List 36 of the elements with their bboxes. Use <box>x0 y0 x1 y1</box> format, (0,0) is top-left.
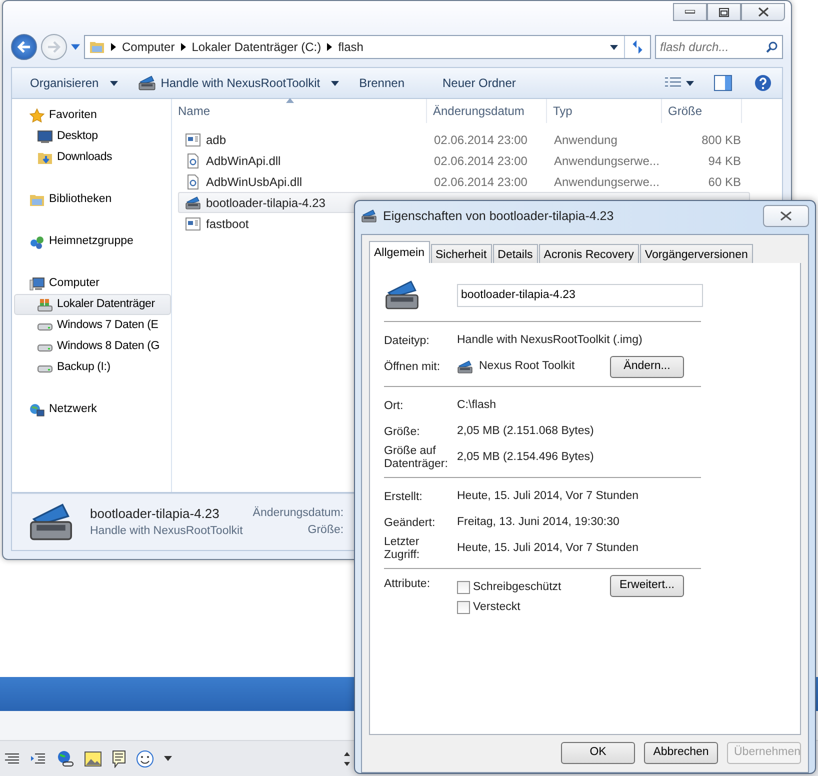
property-value: Freitag, 13. Juni 2014, 19:30:30 <box>457 515 620 530</box>
property-value: C:\flash <box>457 398 496 414</box>
type-cell-text: Anwendung <box>554 132 618 148</box>
file-name: AdbWinApi.dll <box>206 152 281 170</box>
type-cell-text: Anwendungserwe... <box>554 174 660 190</box>
property-value: Heute, 15. Juli 2014, Vor 7 Stunden <box>457 489 639 504</box>
property-label: Öffnen mit: <box>384 360 442 374</box>
property-label: Geändert: <box>384 516 436 530</box>
property-value: Heute, 15. Juli 2014, Vor 7 Stunden <box>457 541 639 556</box>
property-label: Erstellt: <box>384 490 424 504</box>
property-label: Ort: <box>384 400 404 412</box>
type-cell-text: Anwendungserwe... <box>554 152 660 170</box>
date-cell-text: 02.06.2014 23:00 <box>434 152 528 170</box>
file-name: bootloader-tilapia-4.23 <box>206 194 326 212</box>
details-label: Änderungsdatum: <box>252 505 344 521</box>
size-cell-text: 800 KB <box>700 132 741 148</box>
dialog-title: Eigenschaften von bootloader-tilapia-4.23 <box>383 208 614 225</box>
size-cell-text: 60 KB <box>707 174 741 190</box>
property-label: Größe: <box>384 426 421 438</box>
property-label: Größe auf Datenträger: <box>384 445 449 471</box>
property-label: Attribute: <box>384 577 432 592</box>
property-value: 2,05 MB (2.154.496 Bytes) <box>457 450 594 466</box>
file-name: adb <box>206 132 226 148</box>
details-label: Größe: <box>306 523 344 538</box>
property-value: 2,05 MB (2.151.068 Bytes) <box>457 424 594 440</box>
date-cell-text: 02.06.2014 23:00 <box>434 132 528 148</box>
property-label: Dateityp: <box>384 334 430 348</box>
property-value: Nexus Root Toolkit <box>479 359 575 374</box>
property-value: Handle with NexusRootToolkit (.img) <box>457 333 642 348</box>
details-file-type: Handle with NexusRootToolkit <box>90 524 243 540</box>
date-cell-text: 02.06.2014 23:00 <box>434 174 528 190</box>
property-label: Letzter Zugriff: <box>384 536 421 562</box>
file-name: fastboot <box>206 216 249 232</box>
file-name: AdbWinUsbApi.dll <box>206 174 302 190</box>
details-file-name: bootloader-tilapia-4.23 <box>90 504 220 523</box>
size-cell-text: 94 KB <box>707 152 741 170</box>
